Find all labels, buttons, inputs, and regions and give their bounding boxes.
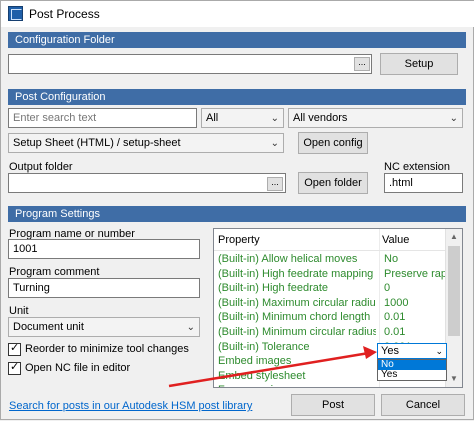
property-value[interactable]: 1000: [384, 297, 446, 309]
nc-extension-label: NC extension: [384, 161, 451, 173]
chevron-down-icon: ⌄: [270, 138, 279, 149]
post-button[interactable]: Post: [291, 394, 375, 416]
property-row[interactable]: (Built-in) Minimum chord length 0.01: [214, 311, 447, 325]
option-yes[interactable]: Yes: [378, 370, 446, 380]
property-value[interactable]: 0: [384, 282, 446, 294]
unit-select[interactable]: Document unit ⌄: [8, 317, 200, 337]
program-comment-label: Program comment: [9, 266, 100, 278]
checkmark-icon: ✓: [10, 342, 20, 354]
output-folder-label: Output folder: [9, 161, 73, 173]
unit-value: Document unit: [13, 321, 84, 333]
property-name: (Built-in) High feedrate: [218, 282, 329, 295]
output-folder-input[interactable]: [8, 173, 286, 193]
output-folder-browse-button[interactable]: ...: [267, 177, 283, 191]
scroll-down-icon[interactable]: ▼: [446, 371, 462, 387]
post-filter-select[interactable]: All ⌄: [201, 108, 284, 128]
embed-images-dropdown[interactable]: Yes ⌄: [377, 343, 447, 359]
property-name: Embed images: [218, 355, 292, 368]
property-name: Embed stylesheet: [218, 369, 306, 382]
program-name-input[interactable]: 1001: [8, 239, 200, 259]
section-configuration-folder: Configuration Folder: [8, 32, 466, 48]
scroll-up-icon[interactable]: ▲: [446, 229, 462, 245]
vendor-select[interactable]: All vendors ⌄: [288, 108, 463, 128]
property-name: (Built-in) High feedrate mapping: [218, 267, 374, 280]
post-process-window: Post Process Configuration Folder ... Se…: [0, 0, 474, 420]
open-nc-label: Open NC file in editor: [25, 362, 131, 374]
embed-images-options[interactable]: No Yes: [377, 359, 447, 381]
property-column-header: Property: [218, 234, 260, 246]
property-name: (Built-in) Tolerance: [218, 340, 310, 353]
property-row[interactable]: (Built-in) Allow helical moves No: [214, 253, 447, 267]
post-processor-value: Setup Sheet (HTML) / setup-sheet: [13, 137, 181, 149]
embed-images-dropdown-value: Yes: [381, 345, 399, 357]
property-row[interactable]: (Built-in) High feedrate 0: [214, 282, 447, 296]
post-library-link[interactable]: Search for posts in our Autodesk HSM pos…: [9, 400, 252, 412]
unit-label: Unit: [9, 305, 29, 317]
property-row[interactable]: (Built-in) Maximum circular radius 1000: [214, 297, 447, 311]
property-grid-scrollbar[interactable]: ▲ ▼: [445, 229, 462, 387]
property-row[interactable]: (Built-in) Minimum circular radius 0.01: [214, 326, 447, 340]
open-folder-button[interactable]: Open folder: [298, 172, 368, 194]
property-name: (Built-in) Minimum chord length: [218, 311, 371, 324]
open-nc-checkbox[interactable]: ✓: [8, 361, 21, 375]
vendor-value: All vendors: [293, 112, 348, 124]
program-comment-input[interactable]: Turning: [8, 278, 200, 298]
config-folder-browse-button[interactable]: ...: [354, 57, 370, 71]
title-bar: Post Process: [1, 1, 474, 27]
chevron-down-icon: ⌄: [186, 322, 195, 333]
setup-button[interactable]: Setup: [380, 53, 458, 75]
chevron-down-icon: ⌄: [435, 346, 443, 356]
post-filter-value: All: [206, 112, 219, 124]
chevron-down-icon: ⌄: [270, 113, 279, 124]
section-post-configuration: Post Configuration: [8, 89, 466, 105]
property-name: (Built-in) Minimum circular radius: [218, 326, 376, 338]
property-grid-header: Property Value: [214, 229, 462, 251]
section-program-settings: Program Settings: [8, 206, 466, 222]
reorder-checkbox[interactable]: ✓: [8, 342, 21, 356]
property-row[interactable]: Force preview: [214, 384, 447, 387]
post-search-input[interactable]: Enter search text: [8, 108, 197, 128]
chevron-down-icon: ⌄: [449, 113, 458, 124]
property-value[interactable]: 0.01: [384, 311, 446, 323]
property-name: Force preview: [218, 384, 376, 387]
open-config-button[interactable]: Open config: [298, 132, 368, 154]
reorder-label: Reorder to minimize tool changes: [25, 343, 189, 355]
property-value[interactable]: Preserve rapi...: [384, 268, 446, 280]
checkmark-icon: ✓: [10, 361, 20, 373]
config-folder-input[interactable]: [8, 54, 372, 74]
property-name: (Built-in) Allow helical moves: [218, 253, 358, 265]
window-title: Post Process: [29, 7, 100, 21]
nc-extension-input[interactable]: .html: [384, 173, 463, 193]
property-value[interactable]: 0.01: [384, 326, 446, 338]
cancel-button[interactable]: Cancel: [381, 394, 465, 416]
property-name: (Built-in) Maximum circular radius: [218, 296, 376, 309]
post-processor-select[interactable]: Setup Sheet (HTML) / setup-sheet ⌄: [8, 133, 284, 153]
app-icon: [8, 6, 23, 21]
value-column-header: Value: [382, 234, 410, 246]
scrollbar-thumb[interactable]: [448, 246, 460, 336]
property-row[interactable]: (Built-in) High feedrate mapping Preserve…: [214, 268, 447, 282]
property-value[interactable]: No: [384, 253, 446, 265]
